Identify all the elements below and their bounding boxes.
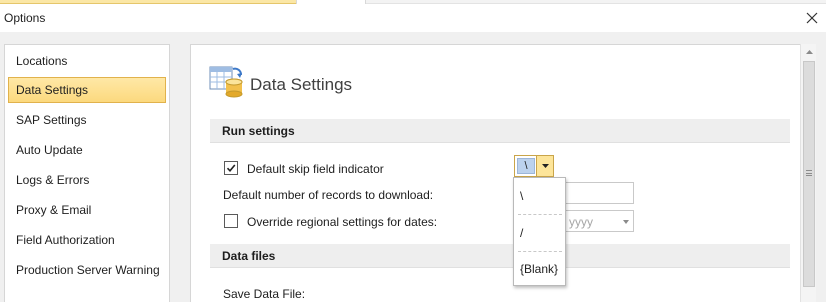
dialog-titlebar: Options	[0, 4, 826, 32]
save-data-file-label: Save Data File:	[223, 287, 306, 301]
dropdown-option-slash[interactable]: /	[514, 215, 565, 251]
dropdown-option-blank[interactable]: {Blank}	[514, 251, 565, 287]
scrollbar-thumb[interactable]	[803, 61, 815, 287]
scrollbar-grip-icon	[806, 170, 812, 176]
skip-field-label: Default skip field indicator	[247, 162, 384, 176]
records-label: Default number of records to download:	[223, 188, 434, 202]
sidebar-item-sap-settings[interactable]: SAP Settings	[8, 107, 166, 133]
sidebar-item-data-settings[interactable]: Data Settings	[8, 77, 166, 103]
skip-field-checkbox[interactable]	[224, 161, 238, 175]
data-settings-icon	[209, 66, 243, 98]
options-sidebar: Locations Data Settings SAP Settings Aut…	[4, 44, 170, 302]
records-input[interactable]	[564, 182, 634, 204]
caret-down-icon	[623, 220, 629, 224]
sidebar-item-proxy-email[interactable]: Proxy & Email	[8, 197, 166, 223]
scroll-up-arrow-icon	[805, 50, 813, 54]
skip-field-dropdown-list: \ / {Blank}	[513, 177, 566, 286]
chevron-down-icon	[541, 164, 549, 168]
page-title: Data Settings	[250, 75, 353, 94]
sidebar-item-production-server-warning[interactable]: Production Server Warning	[8, 257, 166, 283]
sidebar-item-logs-errors[interactable]: Logs & Errors	[8, 167, 166, 193]
vertical-scrollbar[interactable]	[800, 44, 816, 302]
settings-panel: Data Settings Run settings Default skip …	[190, 44, 800, 302]
section-header-data-files: Data files	[210, 244, 790, 268]
close-button[interactable]	[798, 4, 826, 32]
combo-dropdown-button[interactable]	[536, 156, 553, 176]
dialog-body: Locations Data Settings SAP Settings Aut…	[0, 32, 826, 302]
section-header-run-settings: Run settings	[210, 119, 790, 143]
sidebar-item-locations[interactable]: Locations	[8, 48, 166, 74]
dropdown-option-backslash[interactable]: \	[514, 178, 565, 214]
dialog-title: Options	[4, 11, 46, 25]
skip-field-value: \	[517, 158, 535, 174]
sidebar-item-field-authorization[interactable]: Field Authorization	[8, 227, 166, 253]
date-format-placeholder: yyyy	[569, 215, 593, 229]
skip-field-combo[interactable]: \	[514, 155, 554, 177]
sidebar-item-auto-update[interactable]: Auto Update	[8, 137, 166, 163]
close-icon	[806, 12, 818, 24]
override-dates-label: Override regional settings for dates:	[247, 215, 438, 229]
date-format-select[interactable]: yyyy	[564, 210, 634, 232]
scroll-up-button[interactable]	[801, 44, 817, 60]
override-dates-checkbox[interactable]	[224, 214, 238, 228]
checkmark-icon	[226, 164, 236, 173]
